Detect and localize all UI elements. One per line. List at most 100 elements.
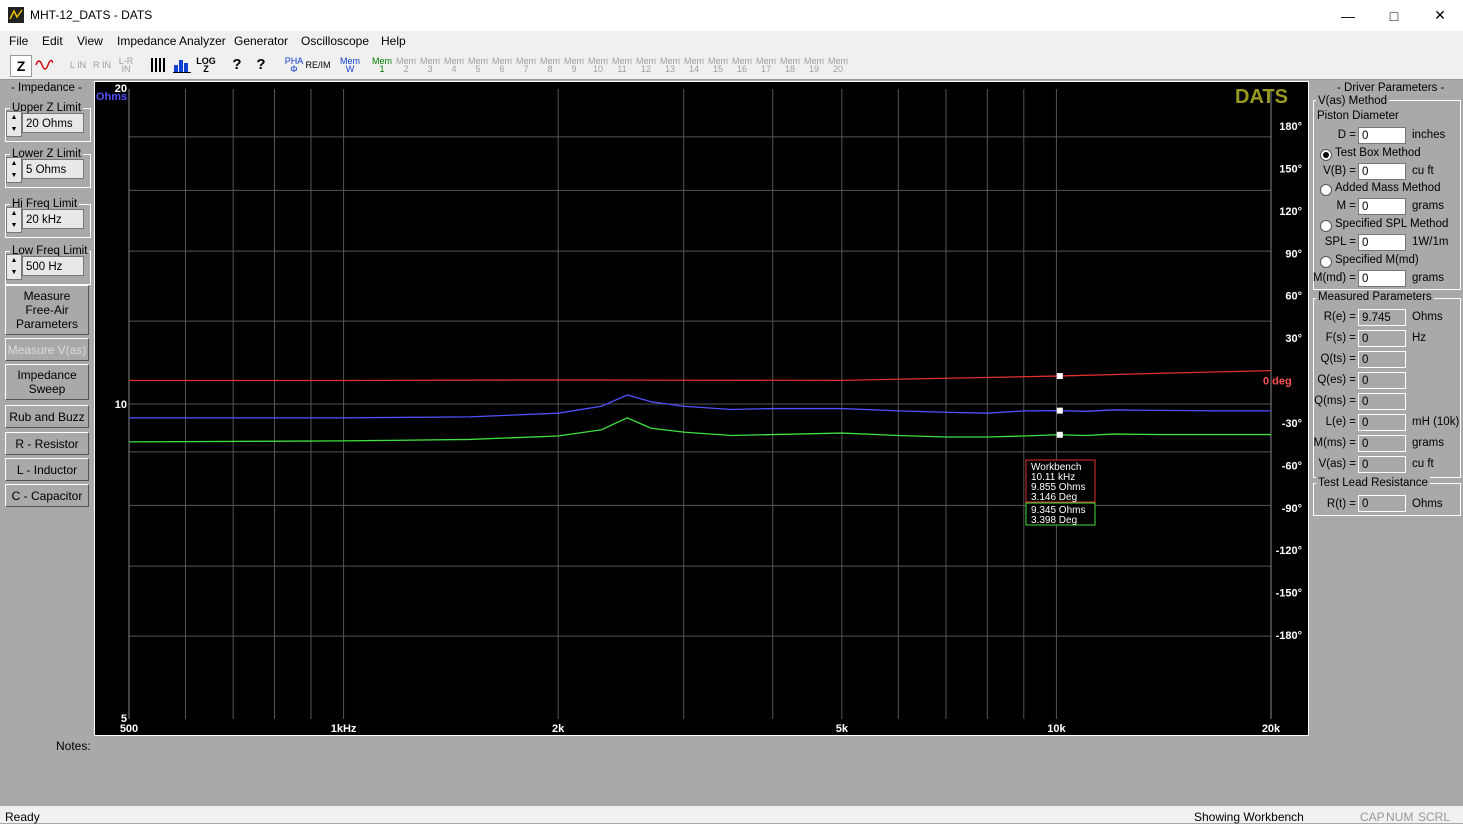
- mem-slot-12-button[interactable]: Mem 12: [636, 55, 656, 75]
- menu-help[interactable]: Help: [381, 34, 406, 48]
- context-help-icon[interactable]: ?: [251, 55, 271, 75]
- measure-free-air-button[interactable]: Measure Free-Air Parameters: [5, 285, 89, 335]
- mem-slot-14-button[interactable]: Mem 14: [684, 55, 704, 75]
- mem-slot-9-button[interactable]: Mem 9: [564, 55, 584, 75]
- param-value[interactable]: 0: [1358, 456, 1406, 473]
- title-bar: MHT-12_DATS - DATS — □ ✕: [0, 0, 1463, 31]
- impedance-sweep-button[interactable]: Impedance Sweep: [5, 364, 89, 400]
- param-label: L(e) =: [1325, 416, 1356, 428]
- vb-field[interactable]: 0: [1358, 163, 1406, 180]
- mem-slot-17-button[interactable]: Mem 17: [756, 55, 776, 75]
- rt-field[interactable]: 0: [1358, 495, 1406, 512]
- param-unit: cu ft: [1412, 458, 1434, 470]
- mem-slot-10-button[interactable]: Mem 10: [588, 55, 608, 75]
- added-mass-radio[interactable]: [1320, 184, 1332, 196]
- hi-freq-limit-field[interactable]: 20 kHz: [22, 209, 84, 229]
- mem-workbench-button[interactable]: Mem W: [340, 55, 360, 75]
- param-value[interactable]: 0: [1358, 414, 1406, 431]
- menu-oscilloscope[interactable]: Oscilloscope: [301, 34, 369, 48]
- status-scrl: SCRL: [1418, 810, 1451, 824]
- rt-unit: Ohms: [1412, 498, 1443, 510]
- left-input-button[interactable]: L IN: [68, 55, 88, 75]
- close-button[interactable]: ✕: [1417, 0, 1463, 31]
- hi-freq-spinner[interactable]: ▲ ▼: [6, 207, 22, 233]
- rub-and-buzz-button[interactable]: Rub and Buzz: [5, 405, 89, 428]
- mem-slot-13-button[interactable]: Mem 13: [660, 55, 680, 75]
- measure-vas-button[interactable]: Measure V(as): [5, 338, 89, 361]
- menu-impedance-analyzer[interactable]: Impedance Analyzer: [117, 34, 226, 48]
- re-im-button[interactable]: RE/IM: [306, 55, 331, 75]
- mem-slot-8-button[interactable]: Mem 8: [540, 55, 560, 75]
- m-unit: grams: [1412, 200, 1444, 212]
- lower-z-limit-field[interactable]: 5 Ohms: [22, 159, 84, 179]
- mem-slot-2-button[interactable]: Mem 2: [396, 55, 416, 75]
- menu-generator[interactable]: Generator: [234, 34, 288, 48]
- mem-slot-4-button[interactable]: Mem 4: [444, 55, 464, 75]
- param-value[interactable]: 0: [1358, 393, 1406, 410]
- upper-z-spinner[interactable]: ▲ ▼: [6, 111, 22, 137]
- log-z-button[interactable]: LOG Z: [196, 55, 216, 75]
- notes-label: Notes:: [56, 739, 91, 753]
- param-label: M(ms) =: [1313, 437, 1356, 449]
- phase-button[interactable]: PHA Φ: [284, 55, 304, 75]
- mmd-field[interactable]: 0: [1358, 270, 1406, 287]
- cursor-marker: [1056, 407, 1063, 414]
- l-inductor-button[interactable]: L - Inductor: [5, 458, 89, 481]
- low-freq-spinner[interactable]: ▲ ▼: [6, 254, 22, 280]
- mem-slot-6-button[interactable]: Mem 6: [492, 55, 512, 75]
- param-value[interactable]: 9.745: [1358, 309, 1406, 326]
- d-field[interactable]: 0: [1358, 127, 1406, 144]
- menu-file[interactable]: File: [9, 34, 28, 48]
- mem-slot-3-button[interactable]: Mem 3: [420, 55, 440, 75]
- low-freq-limit-field[interactable]: 500 Hz: [22, 256, 84, 276]
- mem-slot-20-button[interactable]: Mem 20: [828, 55, 848, 75]
- generator-mode-button[interactable]: [34, 55, 54, 75]
- impedance-plot[interactable]: DATS Ohms 20 10 5 500 1kHz 2k 5k 10k 20k 180° 150° 12…: [94, 81, 1309, 736]
- help-icon[interactable]: ?: [227, 55, 247, 75]
- mem-slot-11-button[interactable]: Mem 11: [612, 55, 632, 75]
- upper-z-limit-field[interactable]: 20 Ohms: [22, 113, 84, 133]
- bars-button[interactable]: [148, 55, 168, 75]
- x-tick-label: 10k: [1047, 723, 1066, 735]
- menu-edit[interactable]: Edit: [42, 34, 63, 48]
- param-value[interactable]: 0: [1358, 330, 1406, 347]
- param-value[interactable]: 0: [1358, 435, 1406, 452]
- mem-slot-19-button[interactable]: Mem 19: [804, 55, 824, 75]
- spl-field[interactable]: 0: [1358, 234, 1406, 251]
- phase-tick-label: 120°: [1279, 206, 1302, 218]
- param-value[interactable]: 0: [1358, 351, 1406, 368]
- toolbar: Z L IN R IN L-R IN LOG Z ? ? PHA Φ RE/IM…: [0, 51, 1463, 80]
- r-resistor-button[interactable]: R - Resistor: [5, 432, 89, 455]
- param-value[interactable]: 0: [1358, 372, 1406, 389]
- histogram-button[interactable]: [172, 55, 192, 75]
- lower-z-spinner[interactable]: ▲ ▼: [6, 157, 22, 183]
- impedance-mode-button[interactable]: Z: [10, 55, 32, 77]
- cursor-readout-line: 3.398 Deg: [1031, 515, 1077, 526]
- vb-unit: cu ft: [1412, 165, 1434, 177]
- mem-slot-7-button[interactable]: Mem 7: [516, 55, 536, 75]
- x-tick-label: 1kHz: [331, 723, 357, 735]
- mem-slot-1-button[interactable]: Mem 1: [372, 55, 392, 75]
- m-field[interactable]: 0: [1358, 198, 1406, 215]
- minimize-button[interactable]: —: [1325, 0, 1371, 31]
- driver-parameters-panel: - Driver Parameters - V(as) Method Pisto…: [1311, 80, 1463, 520]
- specified-spl-radio[interactable]: [1320, 220, 1332, 232]
- mem-slot-5-button[interactable]: Mem 5: [468, 55, 488, 75]
- right-input-button[interactable]: R IN: [92, 55, 112, 75]
- test-box-radio[interactable]: [1320, 149, 1332, 161]
- maximize-button[interactable]: □: [1371, 0, 1417, 31]
- specified-mmd-label: Specified M(md): [1335, 254, 1419, 266]
- mem-slot-15-button[interactable]: Mem 15: [708, 55, 728, 75]
- mem-slot-16-button[interactable]: Mem 16: [732, 55, 752, 75]
- param-label: V(as) =: [1318, 458, 1356, 470]
- rt-label: R(t) =: [1326, 498, 1356, 510]
- phase-tick-label: -60°: [1282, 460, 1302, 472]
- specified-mmd-radio[interactable]: [1320, 256, 1332, 268]
- vas-method-label: V(as) Method: [1316, 95, 1390, 107]
- left-right-input-button[interactable]: L-R IN: [116, 55, 136, 75]
- sine-wave-icon: [35, 59, 53, 70]
- c-capacitor-button[interactable]: C - Capacitor: [5, 484, 89, 507]
- mem-slot-18-button[interactable]: Mem 18: [780, 55, 800, 75]
- param-unit: Hz: [1412, 332, 1427, 344]
- menu-view[interactable]: View: [77, 34, 103, 48]
